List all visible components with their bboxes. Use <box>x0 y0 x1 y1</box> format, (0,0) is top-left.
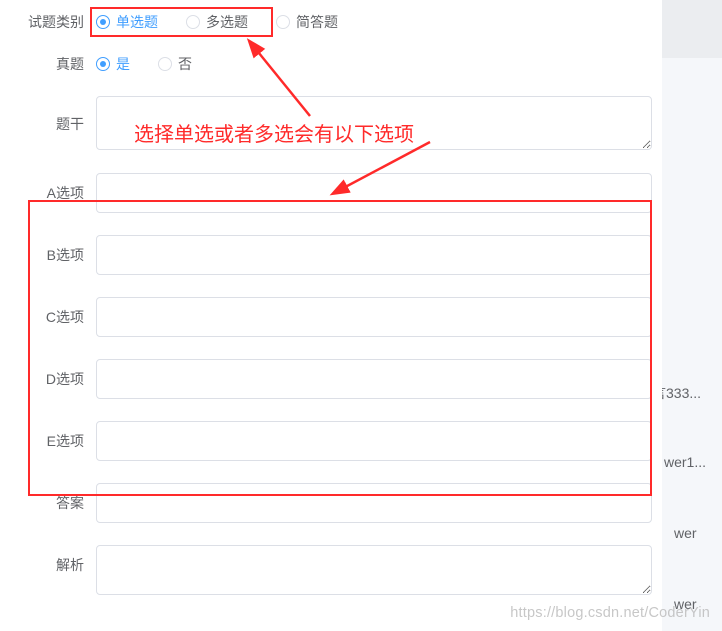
radio-real-no[interactable]: 否 <box>158 54 192 74</box>
watermark-text: https://blog.csdn.net/CoderYin <box>510 605 710 621</box>
row-answer: 答案 <box>10 483 652 523</box>
background-header <box>662 0 722 58</box>
bg-item-2: wer1... <box>664 454 706 470</box>
radio-label-single: 单选题 <box>116 12 158 32</box>
label-option-e: E选项 <box>10 431 96 451</box>
radio-label-multi: 多选题 <box>206 12 248 32</box>
analysis-control <box>96 545 652 598</box>
answer-input[interactable] <box>96 483 652 523</box>
row-real-exam: 真题 是 否 <box>10 54 652 74</box>
label-option-d: D选项 <box>10 369 96 389</box>
label-answer: 答案 <box>10 493 96 513</box>
radio-label-short: 简答题 <box>296 12 338 32</box>
option-a-control <box>96 173 652 213</box>
row-option-a: A选项 <box>10 173 652 213</box>
radio-real-yes[interactable]: 是 <box>96 54 130 74</box>
radio-label-yes: 是 <box>116 54 130 74</box>
analysis-textarea[interactable] <box>96 545 652 595</box>
radio-circle-icon <box>186 15 200 29</box>
radio-circle-icon <box>158 57 172 71</box>
label-analysis: 解析 <box>10 545 96 575</box>
label-option-a: A选项 <box>10 183 96 203</box>
label-real-exam: 真题 <box>10 54 96 74</box>
label-option-c: C选项 <box>10 307 96 327</box>
option-c-input[interactable] <box>96 297 652 337</box>
option-b-control <box>96 235 652 275</box>
radio-label-no: 否 <box>178 54 192 74</box>
radio-dot-icon <box>100 61 106 67</box>
radio-circle-icon <box>96 57 110 71</box>
answer-control <box>96 483 652 523</box>
radio-circle-icon <box>96 15 110 29</box>
background-panel: 言333... wer1... wer wer <box>662 0 722 631</box>
label-stem: 题干 <box>10 96 96 134</box>
option-e-input[interactable] <box>96 421 652 461</box>
option-c-control <box>96 297 652 337</box>
row-option-d: D选项 <box>10 359 652 399</box>
options-block: A选项 B选项 C选项 D选项 E选项 <box>10 173 652 461</box>
row-question-type: 试题类别 单选题 多选题 简答题 <box>10 12 652 32</box>
row-analysis: 解析 <box>10 545 652 598</box>
option-e-control <box>96 421 652 461</box>
radio-single-choice[interactable]: 单选题 <box>96 12 158 32</box>
option-b-input[interactable] <box>96 235 652 275</box>
form-panel: 试题类别 单选题 多选题 简答题 真题 是 否 <box>0 0 662 608</box>
stem-textarea[interactable] <box>96 96 652 150</box>
option-a-input[interactable] <box>96 173 652 213</box>
radio-group-real-exam: 是 否 <box>96 54 652 74</box>
row-option-c: C选项 <box>10 297 652 337</box>
radio-short-answer[interactable]: 简答题 <box>276 12 338 32</box>
row-option-e: E选项 <box>10 421 652 461</box>
option-d-input[interactable] <box>96 359 652 399</box>
label-option-b: B选项 <box>10 245 96 265</box>
bg-item-3: wer <box>674 525 697 541</box>
stem-control <box>96 96 652 153</box>
option-d-control <box>96 359 652 399</box>
radio-dot-icon <box>100 19 106 25</box>
radio-multi-choice[interactable]: 多选题 <box>186 12 248 32</box>
row-stem: 题干 <box>10 96 652 153</box>
radio-circle-icon <box>276 15 290 29</box>
row-option-b: B选项 <box>10 235 652 275</box>
radio-group-question-type: 单选题 多选题 简答题 <box>96 12 652 32</box>
label-question-type: 试题类别 <box>10 12 96 32</box>
